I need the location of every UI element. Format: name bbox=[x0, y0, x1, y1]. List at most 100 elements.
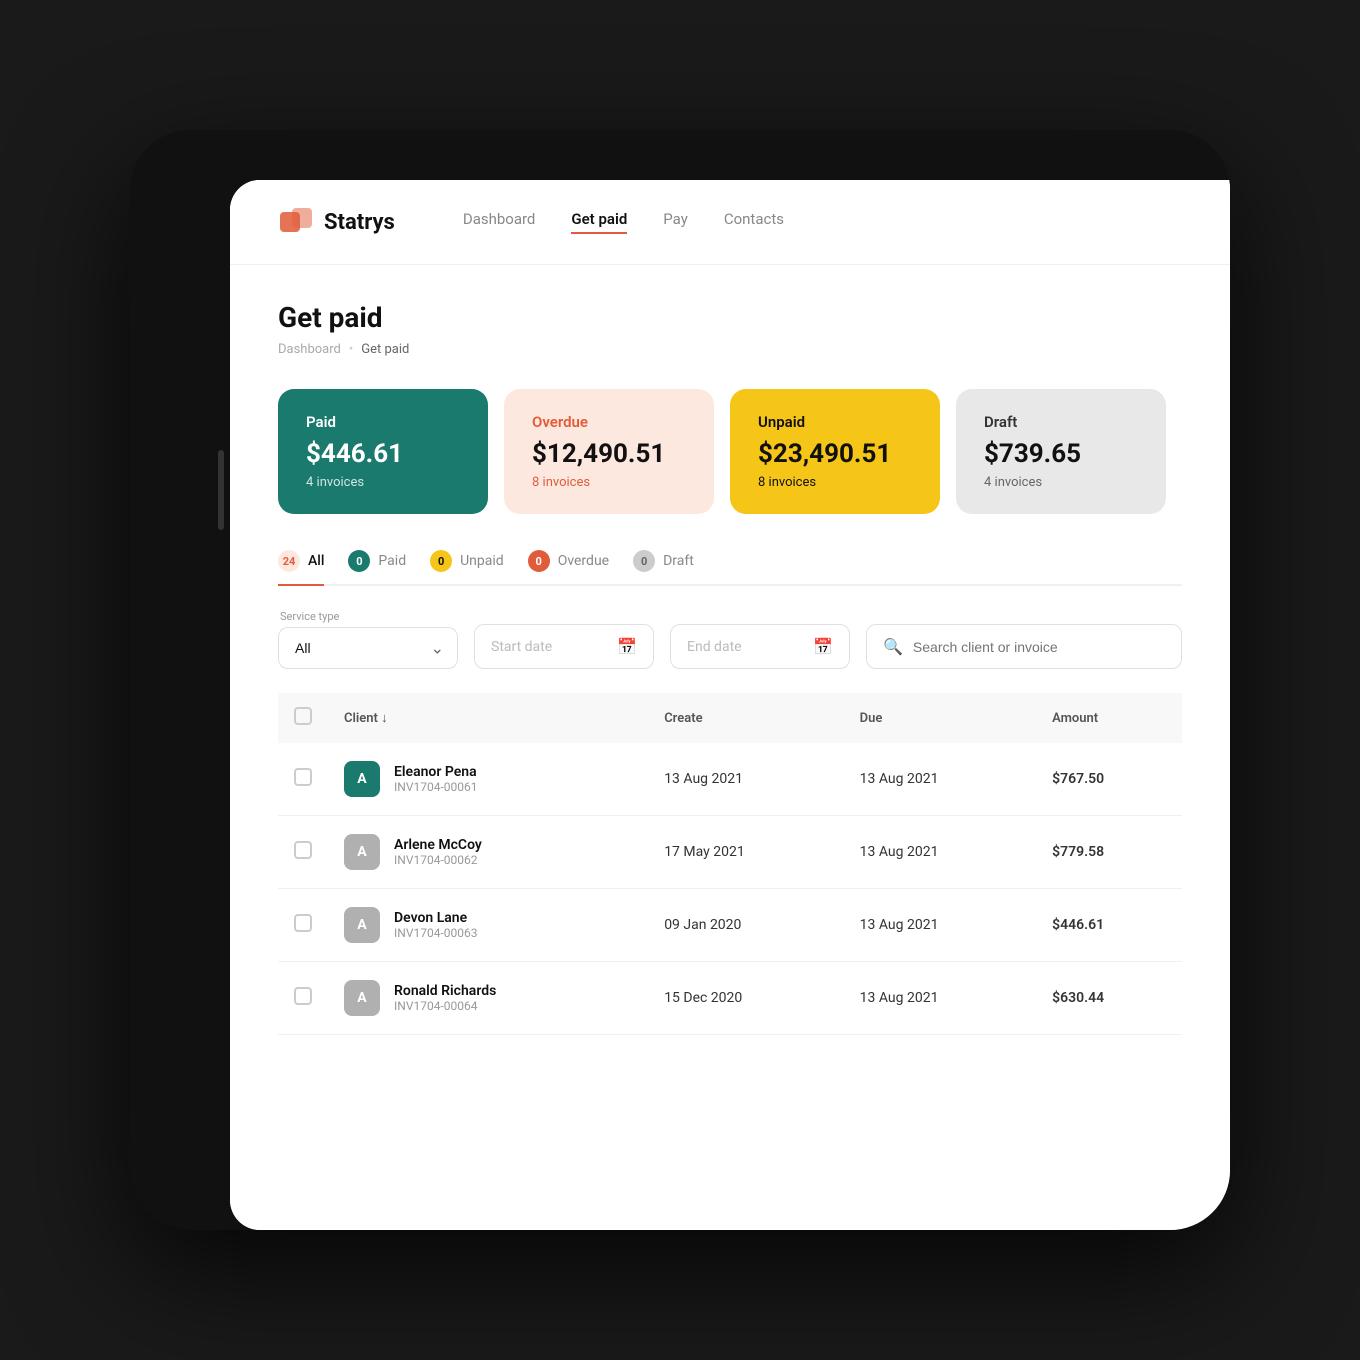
nav-contacts[interactable]: Contacts bbox=[724, 210, 784, 234]
tab-all[interactable]: 24 All bbox=[278, 550, 324, 586]
invoice-num-3: INV1704-00063 bbox=[394, 926, 477, 940]
row-create-3: 09 Jan 2020 bbox=[648, 889, 843, 962]
row-checkbox-1 bbox=[278, 743, 328, 816]
tab-overdue[interactable]: 0 Overdue bbox=[528, 550, 609, 584]
select-all-checkbox[interactable] bbox=[294, 707, 312, 725]
row-due-2: 13 Aug 2021 bbox=[844, 816, 1036, 889]
stat-amount-unpaid: $23,490.51 bbox=[758, 439, 912, 469]
service-type-select-wrapper: All Service Product ⌄ bbox=[278, 627, 458, 669]
stat-invoices-draft: 4 invoices bbox=[984, 475, 1138, 490]
search-input-wrapper[interactable]: 🔍 bbox=[866, 624, 1182, 669]
table-row[interactable]: A Devon Lane INV1704-00063 09 Jan 2020 1… bbox=[278, 889, 1182, 962]
logo-icon bbox=[278, 204, 314, 240]
tab-unpaid[interactable]: 0 Unpaid bbox=[430, 550, 504, 584]
col-due: Due bbox=[844, 693, 1036, 743]
avatar-3: A bbox=[344, 907, 380, 943]
col-create: Create bbox=[648, 693, 843, 743]
page-title: Get paid bbox=[278, 301, 1182, 334]
logo-text: Statrys bbox=[324, 210, 395, 235]
stat-card-overdue[interactable]: Overdue $12,490.51 8 invoices bbox=[504, 389, 714, 514]
main-nav: Dashboard Get paid Pay Contacts bbox=[463, 210, 784, 234]
calendar-icon-end: 📅 bbox=[813, 637, 833, 656]
nav-get-paid[interactable]: Get paid bbox=[571, 210, 627, 234]
table-body: A Eleanor Pena INV1704-00061 13 Aug 2021… bbox=[278, 743, 1182, 1035]
header: Statrys Dashboard Get paid Pay Contacts bbox=[230, 180, 1230, 265]
avatar-1: A bbox=[344, 761, 380, 797]
search-input[interactable] bbox=[913, 639, 1165, 655]
start-date-placeholder: Start date bbox=[491, 639, 552, 655]
tab-label-draft: Draft bbox=[663, 553, 694, 569]
tab-paid[interactable]: 0 Paid bbox=[348, 550, 406, 584]
stat-invoices-paid: 4 invoices bbox=[306, 475, 460, 490]
breadcrumb-parent[interactable]: Dashboard bbox=[278, 342, 341, 357]
row-client-3: A Devon Lane INV1704-00063 bbox=[328, 889, 648, 962]
stat-invoices-unpaid: 8 invoices bbox=[758, 475, 912, 490]
row-checkbox-2 bbox=[278, 816, 328, 889]
tab-label-all: All bbox=[308, 553, 324, 569]
calendar-icon-start: 📅 bbox=[617, 637, 637, 656]
filters-row: Service type All Service Product ⌄ Start… bbox=[278, 610, 1182, 669]
breadcrumb: Dashboard • Get paid bbox=[278, 342, 1182, 357]
stat-invoices-overdue: 8 invoices bbox=[532, 475, 686, 490]
stat-label-unpaid: Unpaid bbox=[758, 413, 912, 431]
row-due-1: 13 Aug 2021 bbox=[844, 743, 1036, 816]
stat-label-overdue: Overdue bbox=[532, 413, 686, 431]
row-create-4: 15 Dec 2020 bbox=[648, 962, 843, 1035]
invoice-table: Client ↓ Create Due Amount bbox=[278, 693, 1182, 1035]
invoice-num-1: INV1704-00061 bbox=[394, 780, 477, 794]
avatar-2: A bbox=[344, 834, 380, 870]
row-amount-1: $767.50 bbox=[1036, 743, 1182, 816]
app-container: Statrys Dashboard Get paid Pay Contacts … bbox=[230, 180, 1230, 1230]
tab-badge-all: 24 bbox=[278, 550, 300, 572]
tab-badge-unpaid: 0 bbox=[430, 550, 452, 572]
stat-amount-paid: $446.61 bbox=[306, 439, 460, 469]
tab-badge-draft: 0 bbox=[633, 550, 655, 572]
breadcrumb-separator: • bbox=[349, 342, 353, 357]
nav-pay[interactable]: Pay bbox=[663, 210, 688, 234]
stat-card-paid[interactable]: Paid $446.61 4 invoices bbox=[278, 389, 488, 514]
row-create-1: 13 Aug 2021 bbox=[648, 743, 843, 816]
table-row[interactable]: A Arlene McCoy INV1704-00062 17 May 2021… bbox=[278, 816, 1182, 889]
breadcrumb-current: Get paid bbox=[361, 342, 409, 357]
end-date-placeholder: End date bbox=[687, 639, 742, 655]
row-create-2: 17 May 2021 bbox=[648, 816, 843, 889]
row-client-4: A Ronald Richards INV1704-00064 bbox=[328, 962, 648, 1035]
tab-label-unpaid: Unpaid bbox=[460, 553, 504, 569]
col-client[interactable]: Client ↓ bbox=[328, 693, 648, 743]
row-checkbox-input-2[interactable] bbox=[294, 841, 312, 859]
avatar-4: A bbox=[344, 980, 380, 1016]
stats-row: Paid $446.61 4 invoices Overdue $12,490.… bbox=[278, 389, 1182, 514]
nav-dashboard[interactable]: Dashboard bbox=[463, 210, 536, 234]
tab-badge-overdue: 0 bbox=[528, 550, 550, 572]
row-checkbox-3 bbox=[278, 889, 328, 962]
device-frame: Statrys Dashboard Get paid Pay Contacts … bbox=[130, 130, 1230, 1230]
row-checkbox-input-3[interactable] bbox=[294, 914, 312, 932]
start-date-input[interactable]: Start date 📅 bbox=[474, 624, 654, 669]
stat-amount-draft: $739.65 bbox=[984, 439, 1138, 469]
row-amount-4: $630.44 bbox=[1036, 962, 1182, 1035]
stat-label-draft: Draft bbox=[984, 413, 1138, 431]
row-checkbox-input-4[interactable] bbox=[294, 987, 312, 1005]
stat-card-unpaid[interactable]: Unpaid $23,490.51 8 invoices bbox=[730, 389, 940, 514]
service-type-select[interactable]: All Service Product bbox=[278, 627, 458, 669]
device-screen: Statrys Dashboard Get paid Pay Contacts … bbox=[230, 180, 1230, 1230]
row-checkbox-input-1[interactable] bbox=[294, 768, 312, 786]
row-client-2: A Arlene McCoy INV1704-00062 bbox=[328, 816, 648, 889]
row-checkbox-4 bbox=[278, 962, 328, 1035]
client-name-3: Devon Lane bbox=[394, 910, 477, 926]
service-type-group: Service type All Service Product ⌄ bbox=[278, 610, 458, 669]
table-row[interactable]: A Eleanor Pena INV1704-00061 13 Aug 2021… bbox=[278, 743, 1182, 816]
row-amount-3: $446.61 bbox=[1036, 889, 1182, 962]
row-amount-2: $779.58 bbox=[1036, 816, 1182, 889]
tab-draft[interactable]: 0 Draft bbox=[633, 550, 694, 584]
invoice-num-4: INV1704-00064 bbox=[394, 999, 496, 1013]
client-name-2: Arlene McCoy bbox=[394, 837, 482, 853]
filter-tabs: 24 All 0 Paid 0 Unpaid 0 Overdue bbox=[278, 550, 1182, 586]
end-date-input[interactable]: End date 📅 bbox=[670, 624, 850, 669]
logo: Statrys bbox=[278, 204, 395, 240]
stat-card-draft[interactable]: Draft $739.65 4 invoices bbox=[956, 389, 1166, 514]
table-row[interactable]: A Ronald Richards INV1704-00064 15 Dec 2… bbox=[278, 962, 1182, 1035]
client-name-4: Ronald Richards bbox=[394, 983, 496, 999]
tab-label-paid: Paid bbox=[378, 553, 406, 569]
stat-amount-overdue: $12,490.51 bbox=[532, 439, 686, 469]
